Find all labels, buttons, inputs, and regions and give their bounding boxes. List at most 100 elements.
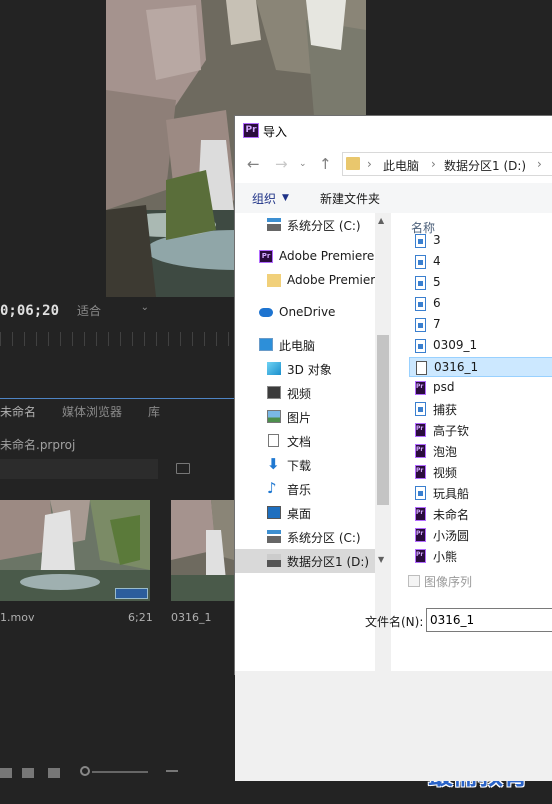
picture-icon (267, 410, 281, 423)
image-file-icon (415, 402, 426, 416)
nav-item-system-c-2[interactable]: 系统分区 (C:) (235, 525, 375, 549)
nav-pane-scrollbar[interactable]: ▲ ▼ (375, 213, 391, 671)
scroll-down-arrow-icon[interactable]: ▼ (378, 555, 384, 564)
folder-icon (267, 274, 281, 287)
premiere-file-icon (415, 444, 426, 458)
clip-thumbnail[interactable] (0, 500, 150, 601)
tab-libraries[interactable]: 库 (148, 403, 160, 423)
computer-icon (259, 338, 273, 351)
nav-item-music[interactable]: ♪ 音乐 (235, 477, 375, 501)
list-view-icon[interactable] (0, 768, 12, 778)
breadcrumb-separator: › (431, 157, 436, 171)
file-name: 小熊 (433, 550, 458, 564)
fit-dropdown[interactable]: 适合 ⌄ (73, 302, 153, 320)
premiere-file-icon (415, 465, 426, 479)
premiere-file-icon (415, 507, 426, 521)
file-row[interactable]: 0316_1 (409, 357, 552, 377)
file-name: psd (433, 380, 455, 394)
navigation-row: ← → ⌄ ↑ › 此电脑 › 数据分区1 (D:) › (235, 149, 552, 179)
thumbnail-zoom-slider[interactable] (92, 771, 148, 773)
file-name: 玩具船 (433, 487, 470, 501)
forward-arrow-icon[interactable]: → (275, 155, 288, 173)
image-sequence-label: 图像序列 (424, 575, 473, 589)
image-file-icon (415, 339, 426, 353)
cloud-icon (259, 308, 273, 317)
file-row[interactable]: 4 (409, 252, 552, 272)
file-row[interactable]: 3 (409, 231, 552, 251)
scrollbar-thumb[interactable] (377, 335, 389, 505)
clip-thumbnail[interactable] (171, 500, 234, 601)
breadcrumb-data-partition[interactable]: 数据分区1 (D:) (444, 157, 526, 174)
nav-item-adobe-premiere[interactable]: Pr Adobe Premiere (235, 245, 375, 269)
tab-project[interactable]: 未命名 (0, 403, 36, 423)
project-panel-toolbar (0, 760, 240, 786)
nav-item-3d-objects[interactable]: 3D 对象 (235, 357, 375, 381)
nav-item-system-c[interactable]: 系统分区 (C:) (235, 213, 375, 237)
file-row[interactable]: 7 (409, 315, 552, 335)
tab-media-browser[interactable]: 媒体浏览器 (62, 403, 122, 423)
nav-item-this-pc[interactable]: 此电脑 (235, 333, 375, 357)
nav-item-desktop[interactable]: 桌面 (235, 501, 375, 525)
freeform-view-icon[interactable] (48, 768, 60, 778)
sort-icon[interactable] (166, 770, 178, 772)
panel-divider (0, 398, 240, 399)
nav-item-documents[interactable]: 文档 (235, 429, 375, 453)
new-bin-icon[interactable] (176, 463, 190, 474)
file-list[interactable]: 名称 ⌃ 345670309_10316_1psd捕获高子钦泡泡视频玩具船未命名… (393, 213, 552, 671)
drive-icon (267, 554, 281, 567)
nav-item-adobe-premier-folder[interactable]: Adobe Premier (235, 269, 375, 293)
scroll-up-arrow-icon[interactable]: ▲ (378, 216, 384, 225)
file-name: 小汤圆 (433, 529, 470, 543)
file-row[interactable]: 5 (409, 273, 552, 293)
file-row[interactable]: 0309_1 (409, 336, 552, 356)
file-row[interactable]: 捕获 (409, 399, 552, 419)
new-folder-button[interactable]: 新建文件夹 (320, 190, 380, 207)
image-sequence-checkbox[interactable] (408, 575, 420, 587)
dialog-toolbar: 组织 ▼ 新建文件夹 (235, 183, 552, 213)
image-file-icon (415, 297, 426, 311)
organize-button[interactable]: 组织 (252, 190, 276, 207)
premiere-file-icon (415, 528, 426, 542)
drive-icon (267, 530, 281, 543)
project-search-input[interactable] (0, 459, 158, 479)
recent-chevron-icon[interactable]: ⌄ (299, 159, 307, 169)
file-row[interactable]: 小熊 (409, 546, 552, 566)
nav-item-onedrive[interactable]: OneDrive (235, 301, 375, 325)
video-audio-badge-icon (115, 588, 148, 599)
file-name: 4 (433, 254, 441, 268)
file-row[interactable]: 高子钦 (409, 420, 552, 440)
file-row[interactable]: 小汤圆 (409, 525, 552, 545)
breadcrumb-this-pc[interactable]: 此电脑 (383, 157, 419, 174)
up-arrow-icon[interactable]: ↑ (319, 155, 332, 173)
file-name: 3 (433, 233, 441, 247)
nav-item-downloads[interactable]: ⬇ 下载 (235, 453, 375, 477)
filename-input[interactable] (426, 608, 552, 632)
timecode-display[interactable]: 0;06;20 (0, 303, 59, 319)
dialog-titlebar: Pr 导入 (235, 116, 552, 146)
drive-icon (267, 218, 281, 231)
file-row[interactable]: 视频 (409, 462, 552, 482)
nav-item-pictures[interactable]: 图片 (235, 405, 375, 429)
nav-item-videos[interactable]: 视频 (235, 381, 375, 405)
chevron-down-icon[interactable]: ▼ (282, 193, 289, 203)
image-file-icon (415, 234, 426, 248)
navigation-pane[interactable]: 系统分区 (C:) Pr Adobe Premiere Adobe Premie… (235, 213, 375, 671)
file-row[interactable]: 泡泡 (409, 441, 552, 461)
file-row[interactable]: 未命名 (409, 504, 552, 524)
file-name: 视频 (433, 466, 458, 480)
desktop-icon (267, 506, 281, 519)
project-panel-tabs: 未命名 媒体浏览器 库 (0, 403, 160, 423)
nav-item-data-partition-d[interactable]: 数据分区1 (D:) (235, 549, 375, 573)
timeline-ruler[interactable] (0, 332, 240, 346)
icon-view-icon[interactable] (22, 768, 34, 778)
address-bar[interactable]: › 此电脑 › 数据分区1 (D:) › (342, 152, 552, 176)
file-row[interactable]: psd (409, 378, 552, 398)
import-dialog: Pr 导入 ← → ⌄ ↑ › 此电脑 › 数据分区1 (D:) › 组织 ▼ … (234, 115, 552, 781)
file-row[interactable]: 6 (409, 294, 552, 314)
premiere-file-icon (415, 381, 426, 395)
file-row[interactable]: 玩具船 (409, 483, 552, 503)
clip-name: 1.mov (0, 611, 35, 624)
music-icon: ♪ (267, 479, 277, 497)
back-arrow-icon[interactable]: ← (247, 155, 260, 173)
zoom-slider-handle[interactable] (80, 766, 90, 776)
